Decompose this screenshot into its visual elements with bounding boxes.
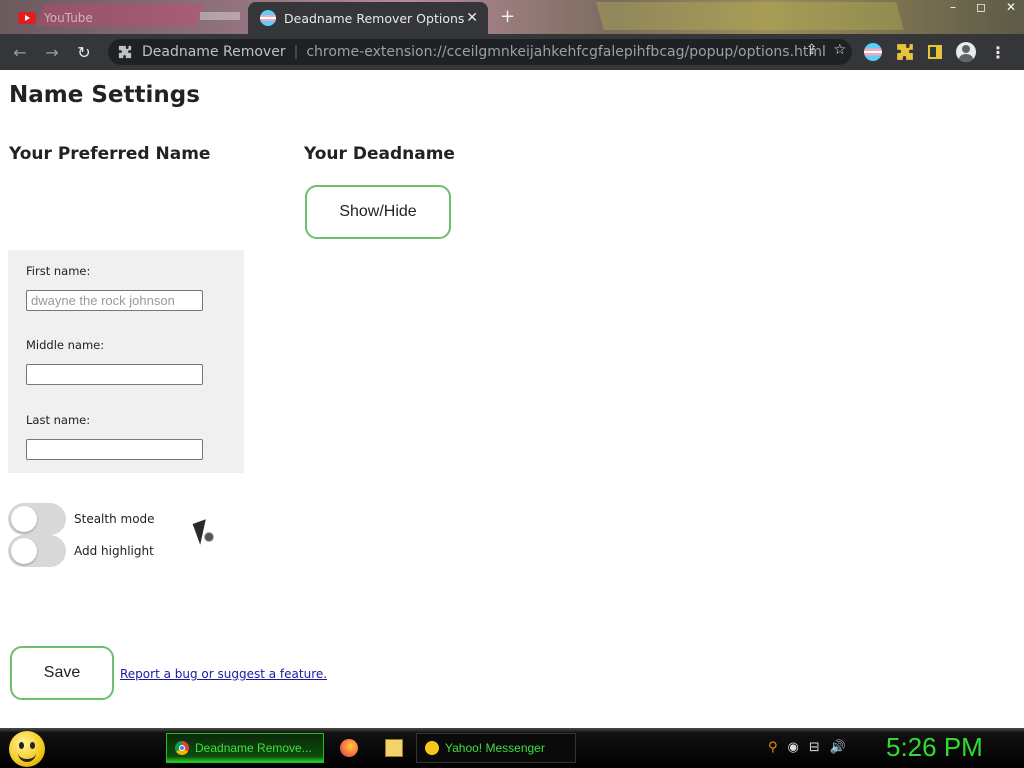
- stealth-mode-toggle[interactable]: [8, 503, 66, 535]
- extensions-area: ⋮: [864, 42, 1006, 62]
- cursor-busy-icon: [204, 532, 214, 542]
- extensions-puzzle-icon[interactable]: [896, 43, 914, 61]
- tab-close-icon[interactable]: ✕: [466, 10, 478, 26]
- minimize-button[interactable]: –: [950, 0, 956, 14]
- tab-youtube-label: YouTube: [44, 11, 93, 25]
- network-icon[interactable]: ⊟: [809, 740, 820, 755]
- preferred-name-heading: Your Preferred Name: [9, 144, 211, 164]
- status-icon[interactable]: ◉: [788, 740, 799, 755]
- taskbar-clock[interactable]: 5:26 PM: [886, 732, 983, 763]
- last-name-label: Last name:: [26, 413, 91, 427]
- report-bug-link[interactable]: Report a bug or suggest a feature.: [120, 667, 327, 681]
- restore-button[interactable]: ◻: [976, 0, 986, 14]
- add-highlight-toggle[interactable]: [8, 535, 66, 567]
- middle-name-label: Middle name:: [26, 338, 105, 352]
- close-window-button[interactable]: ✕: [1006, 0, 1016, 14]
- file-explorer-icon[interactable]: [385, 739, 403, 757]
- options-page: Name Settings Your Preferred Name Your D…: [0, 70, 1024, 728]
- add-highlight-label: Add highlight: [74, 544, 154, 558]
- preferred-name-form: First name: Middle name: Last name:: [8, 250, 244, 473]
- new-tab-button[interactable]: +: [500, 6, 515, 27]
- address-bar-actions: ⇪ ☆: [806, 42, 846, 58]
- stealth-mode-row: Stealth mode: [8, 503, 155, 535]
- search-icon[interactable]: ⚲: [768, 740, 778, 755]
- taskbar-item-yahoo-label: Yahoo! Messenger: [445, 741, 545, 755]
- last-name-field[interactable]: [26, 439, 203, 460]
- wallpaper-paint-streak: [596, 2, 904, 30]
- tab-title: Deadname Remover Options: [284, 10, 465, 26]
- firefox-icon[interactable]: [340, 739, 358, 757]
- first-name-label: First name:: [26, 264, 91, 278]
- share-icon[interactable]: ⇪: [806, 42, 818, 58]
- deadname-remover-extension-icon[interactable]: [864, 43, 882, 61]
- deadname-heading: Your Deadname: [304, 144, 455, 164]
- first-name-field[interactable]: [26, 290, 203, 311]
- browser-menu-icon[interactable]: ⋮: [990, 43, 1006, 62]
- system-tray: ⚲ ◉ ⊟ 🔊: [768, 740, 846, 755]
- show-hide-button[interactable]: Show/Hide: [305, 185, 451, 239]
- page-title: Name Settings: [9, 82, 200, 108]
- chrome-icon: [175, 741, 189, 755]
- yahoo-messenger-icon: [425, 741, 439, 755]
- browser-toolbar: ← → ↻ Deadname Remover | chrome-extensio…: [0, 34, 1024, 70]
- toggle-knob: [11, 538, 37, 564]
- reload-button[interactable]: ↻: [68, 36, 100, 68]
- add-highlight-row: Add highlight: [8, 535, 154, 567]
- youtube-icon: [18, 12, 36, 24]
- browser-tab-strip: YouTube Deadname Remover Options ✕ + – ◻…: [0, 0, 1024, 34]
- address-bar[interactable]: Deadname Remover | chrome-extension://cc…: [108, 39, 852, 65]
- window-controls: – ◻ ✕: [950, 0, 1016, 14]
- side-panel-icon[interactable]: [928, 45, 942, 59]
- volume-icon[interactable]: 🔊: [830, 740, 846, 755]
- profile-avatar-icon[interactable]: [956, 42, 976, 62]
- extension-puzzle-icon: [118, 45, 132, 59]
- bookmark-star-icon[interactable]: ☆: [833, 42, 846, 58]
- taskbar: Deadname Remove... Yahoo! Messenger ⚲ ◉ …: [0, 728, 1024, 768]
- taskbar-item-yahoo-messenger[interactable]: Yahoo! Messenger: [416, 733, 576, 763]
- tab-youtube[interactable]: YouTube: [8, 4, 238, 32]
- tab-deadname-remover-options[interactable]: Deadname Remover Options ✕: [248, 2, 488, 34]
- toggle-knob: [11, 506, 37, 532]
- taskbar-item-chrome[interactable]: Deadname Remove...: [166, 733, 324, 763]
- address-bar-separator: |: [293, 44, 299, 60]
- taskbar-item-chrome-label: Deadname Remove...: [195, 741, 312, 755]
- start-button-smiley-icon[interactable]: [9, 731, 45, 767]
- address-bar-site-name: Deadname Remover: [142, 44, 286, 60]
- forward-button[interactable]: →: [36, 36, 68, 68]
- save-button[interactable]: Save: [10, 646, 114, 700]
- back-button[interactable]: ←: [4, 36, 36, 68]
- transgender-flag-icon: [260, 10, 276, 26]
- address-bar-url: chrome-extension://cceilgmnkeijahkehfcgf…: [306, 44, 826, 60]
- stealth-mode-label: Stealth mode: [74, 512, 155, 526]
- middle-name-field[interactable]: [26, 364, 203, 385]
